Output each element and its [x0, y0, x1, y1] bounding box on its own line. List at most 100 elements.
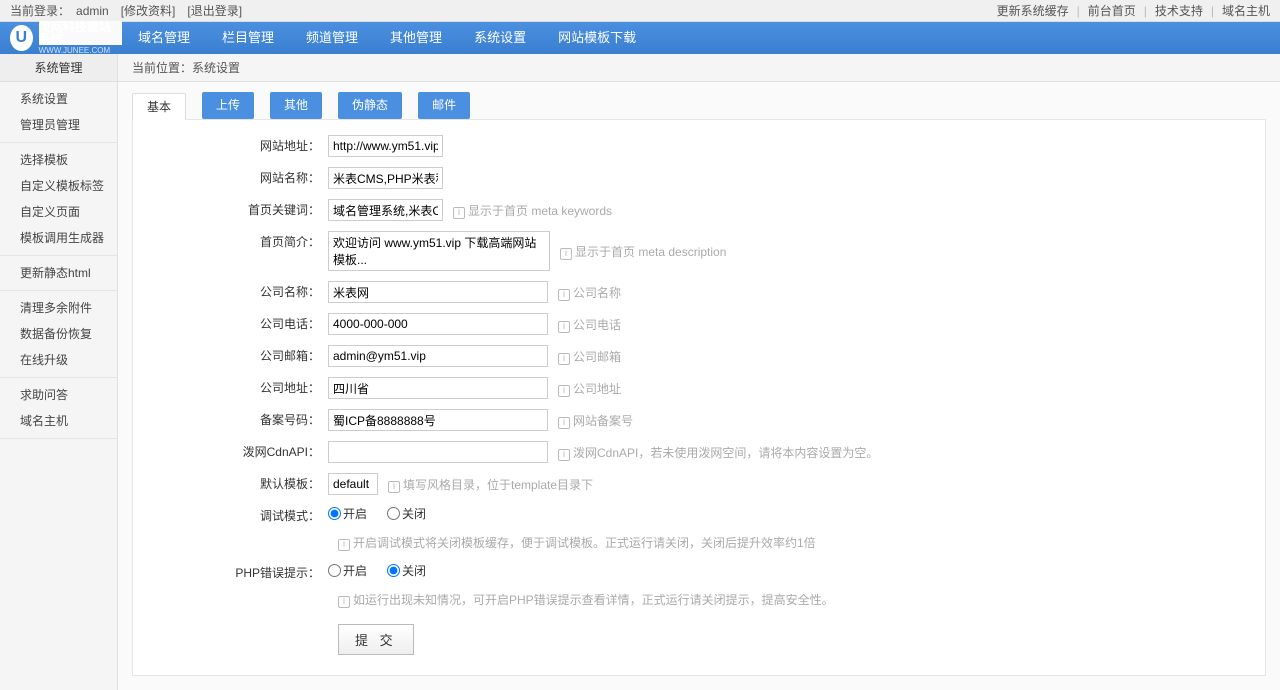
label-company-tel: 公司电话：: [133, 313, 328, 335]
radio-php-off-label[interactable]: 关闭: [387, 562, 426, 579]
sidebar-item-clean-attach[interactable]: 清理多余附件: [0, 295, 117, 321]
hint-icp: i网站备案号: [558, 412, 633, 429]
sidebar: 系统管理 系统设置 管理员管理 选择模板 自定义模板标签 自定义页面 模板调用生…: [0, 54, 118, 690]
tab-basic[interactable]: 基本: [132, 93, 186, 120]
input-site-url[interactable]: [328, 135, 443, 157]
sidebar-item-settings[interactable]: 系统设置: [0, 86, 117, 112]
nav-template[interactable]: 网站模板下载: [542, 22, 652, 54]
sidebar-item-template-gen[interactable]: 模板调用生成器: [0, 225, 117, 251]
top-link-support[interactable]: 技术支持: [1155, 0, 1203, 21]
sidebar-item-select-template[interactable]: 选择模板: [0, 147, 117, 173]
logo-title: 泼网科技建站系统: [39, 21, 122, 45]
radio-debug-off[interactable]: [387, 507, 400, 520]
note-debug: i开启调试模式将关闭模板缓存，便于调试模板。正式运行请关闭，关闭后提升效率约1倍: [133, 534, 1265, 551]
hint-company-addr: i公司地址: [558, 380, 621, 397]
info-icon: i: [558, 353, 570, 365]
input-keywords[interactable]: [328, 199, 443, 221]
sidebar-item-custom-page[interactable]: 自定义页面: [0, 199, 117, 225]
sidebar-item-custom-tag[interactable]: 自定义模板标签: [0, 173, 117, 199]
input-cdnapi[interactable]: [328, 441, 548, 463]
logout-link[interactable]: [退出登录]: [187, 0, 242, 21]
form-panel: 网站地址： 网站名称： 首页关键词： i显示于首页 meta keywords …: [132, 119, 1266, 676]
top-right: 更新系统缓存| 前台首页| 技术支持| 域名主机: [997, 0, 1270, 21]
top-link-front[interactable]: 前台首页: [1088, 0, 1136, 21]
input-company-addr[interactable]: [328, 377, 548, 399]
tab-rewrite[interactable]: 伪静态: [338, 92, 402, 119]
hint-intro: i显示于首页 meta description: [560, 243, 726, 260]
sidebar-title: 系统管理: [0, 54, 117, 82]
info-icon: i: [558, 385, 570, 397]
nav-channel[interactable]: 频道管理: [290, 22, 374, 54]
sidebar-item-backup[interactable]: 数据备份恢复: [0, 321, 117, 347]
sidebar-item-faq[interactable]: 求助问答: [0, 382, 117, 408]
nav-system[interactable]: 系统设置: [458, 22, 542, 54]
label-debug: 调试模式：: [133, 505, 328, 527]
label-php-error: PHP错误提示：: [133, 562, 328, 584]
info-icon: i: [558, 321, 570, 333]
input-company-email[interactable]: [328, 345, 548, 367]
label-company-addr: 公司地址：: [133, 377, 328, 399]
radio-php-on-label[interactable]: 开启: [328, 562, 367, 579]
hint-company-tel: i公司电话: [558, 316, 621, 333]
input-company-name[interactable]: [328, 281, 548, 303]
sidebar-item-update-html[interactable]: 更新静态html: [0, 260, 117, 286]
info-icon: i: [453, 207, 465, 219]
radio-debug-on-label[interactable]: 开启: [328, 505, 367, 522]
hint-template: i填写风格目录，位于template目录下: [388, 476, 593, 493]
info-icon: i: [338, 539, 350, 551]
tab-mail[interactable]: 邮件: [418, 92, 470, 119]
radio-php-off[interactable]: [387, 564, 400, 577]
logo: U 泼网科技建站系统 WWW.JUNEE.COM: [10, 21, 122, 55]
tabs: 基本 上传 其他 伪静态 邮件: [118, 82, 1280, 119]
login-user: admin: [76, 0, 109, 21]
submit-button[interactable]: 提 交: [338, 624, 414, 655]
top-link-cache[interactable]: 更新系统缓存: [997, 0, 1069, 21]
nav-domain[interactable]: 域名管理: [122, 22, 206, 54]
label-keywords: 首页关键词：: [133, 199, 328, 221]
main-nav: 域名管理 栏目管理 频道管理 其他管理 系统设置 网站模板下载: [122, 22, 652, 54]
label-company-name: 公司名称：: [133, 281, 328, 303]
sidebar-item-upgrade[interactable]: 在线升级: [0, 347, 117, 373]
logo-icon: U: [10, 25, 33, 51]
radio-php-on[interactable]: [328, 564, 341, 577]
label-cdnapi: 泼网CdnAPI：: [133, 441, 328, 463]
input-icp[interactable]: [328, 409, 548, 431]
sidebar-item-domain-host[interactable]: 域名主机: [0, 408, 117, 434]
breadcrumb: 当前位置：系统设置: [118, 54, 1280, 82]
label-template: 默认模板：: [133, 473, 328, 495]
hint-cdnapi: i泼网CdnAPI，若未使用泼网空间，请将本内容设置为空。: [558, 444, 878, 461]
input-company-tel[interactable]: [328, 313, 548, 335]
input-site-name[interactable]: [328, 167, 443, 189]
info-icon: i: [558, 449, 570, 461]
label-site-name: 网站名称：: [133, 167, 328, 189]
edit-profile-link[interactable]: [修改资料]: [121, 0, 176, 21]
info-icon: i: [560, 248, 572, 260]
radio-debug-off-label[interactable]: 关闭: [387, 505, 426, 522]
textarea-intro[interactable]: 欢迎访问 www.ym51.vip 下载高端网站模板...: [328, 231, 550, 271]
tab-other[interactable]: 其他: [270, 92, 322, 119]
hint-company-email: i公司邮箱: [558, 348, 621, 365]
header: U 泼网科技建站系统 WWW.JUNEE.COM 域名管理 栏目管理 频道管理 …: [0, 22, 1280, 54]
label-company-email: 公司邮箱：: [133, 345, 328, 367]
login-prefix: 当前登录：: [10, 0, 70, 21]
input-template[interactable]: [328, 473, 378, 495]
info-icon: i: [338, 596, 350, 608]
radio-debug-on[interactable]: [328, 507, 341, 520]
top-left: 当前登录： admin [修改资料] [退出登录]: [10, 0, 242, 21]
nav-column[interactable]: 栏目管理: [206, 22, 290, 54]
sidebar-item-admin[interactable]: 管理员管理: [0, 112, 117, 138]
top-bar: 当前登录： admin [修改资料] [退出登录] 更新系统缓存| 前台首页| …: [0, 0, 1280, 22]
label-icp: 备案号码：: [133, 409, 328, 431]
top-link-host[interactable]: 域名主机: [1222, 0, 1270, 21]
tab-upload[interactable]: 上传: [202, 92, 254, 119]
hint-keywords: i显示于首页 meta keywords: [453, 202, 612, 219]
info-icon: i: [558, 417, 570, 429]
label-intro: 首页简介：: [133, 231, 328, 253]
info-icon: i: [388, 481, 400, 493]
note-php-error: i如运行出现未知情况，可开启PHP错误提示查看详情，正式运行请关闭提示，提高安全…: [133, 591, 1265, 608]
breadcrumb-current: 系统设置: [192, 61, 240, 75]
label-site-url: 网站地址：: [133, 135, 328, 157]
nav-other[interactable]: 其他管理: [374, 22, 458, 54]
info-icon: i: [558, 289, 570, 301]
hint-company-name: i公司名称: [558, 284, 621, 301]
